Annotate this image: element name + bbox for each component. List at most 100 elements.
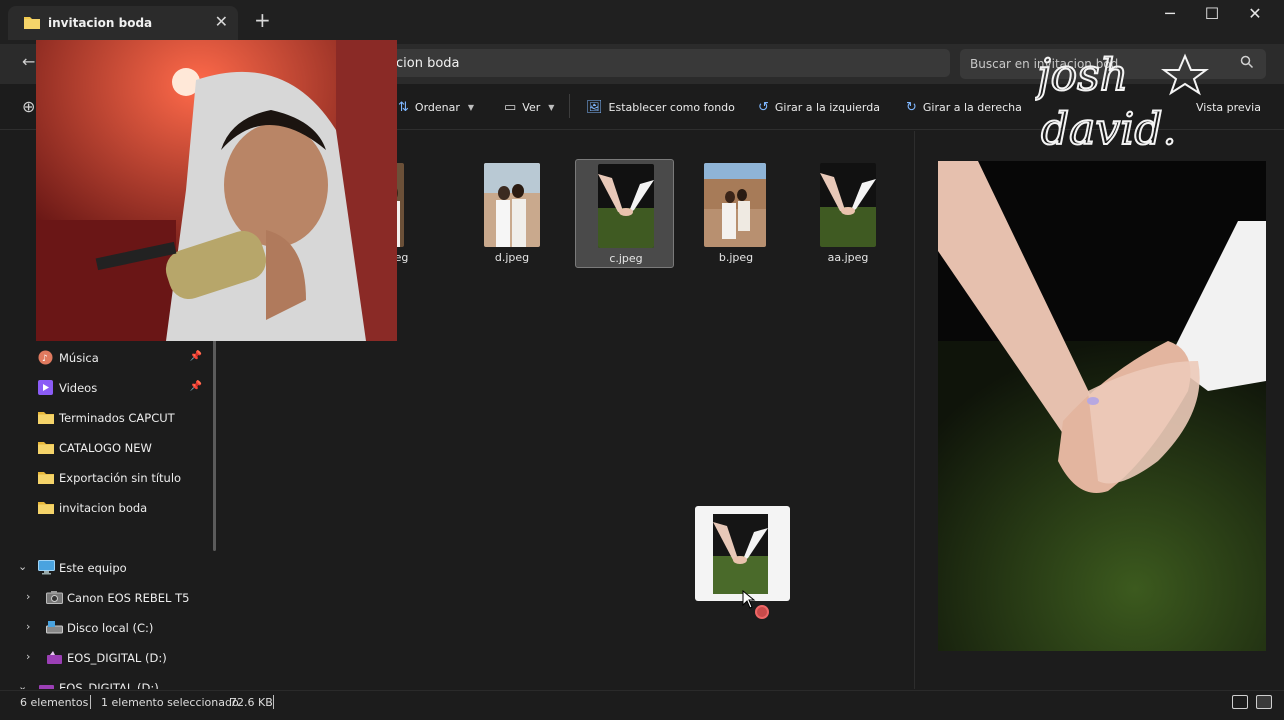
rotate-left-icon: ↺ (758, 99, 769, 115)
file-item[interactable]: aa.jpeg (798, 159, 898, 269)
chevron-right-icon[interactable]: › (26, 620, 30, 633)
chevron-right-icon[interactable]: › (26, 650, 30, 663)
sidebar-item-canon[interactable]: › Canon EOS REBEL T5 (0, 583, 214, 613)
sidebar-item-label: Videos (59, 381, 98, 395)
sidebar-item-catalogo-new[interactable]: CATALOGO NEW (0, 433, 214, 463)
rotate-right-icon: ↻ (906, 99, 917, 115)
pin-icon: 📌 (189, 351, 202, 362)
sidebar-item-eos-digital-2[interactable]: ⌄ EOS_DIGITAL (D:) (0, 673, 214, 689)
file-item[interactable]: d.jpeg (462, 159, 562, 269)
divider (273, 695, 274, 709)
file-name: b.jpeg (718, 251, 754, 264)
sidebar-item-label: EOS_DIGITAL (D:) (59, 681, 159, 689)
folder-icon (38, 441, 54, 457)
folder-icon (38, 411, 54, 427)
close-tab-icon[interactable]: ✕ (215, 12, 228, 31)
webcam-image (36, 40, 397, 341)
pane-divider[interactable] (914, 131, 915, 689)
sidebar-item-este-equipo[interactable]: ⌄ Este equipo (0, 553, 214, 583)
chevron-down-icon[interactable]: ⌄ (18, 560, 27, 573)
breadcrumb: cion boda (396, 56, 460, 71)
rotate-left-label: Girar a la izquierda (774, 100, 880, 114)
thumbnail (704, 163, 766, 247)
computer-icon (38, 560, 55, 578)
sd-card-icon (46, 651, 63, 668)
sort-button[interactable]: ⇅ Ordenar ▼ (398, 97, 474, 117)
sidebar-item-label: Este equipo (59, 561, 127, 575)
sidebar-item-label: Terminados CAPCUT (59, 411, 175, 425)
divider (569, 94, 570, 118)
sidebar-item-eos-digital[interactable]: › EOS_DIGITAL (D:) (0, 643, 214, 673)
details-view-icon[interactable] (1232, 695, 1248, 709)
new-item-icon[interactable]: ⊕ (22, 97, 35, 116)
thumbnail (484, 163, 540, 247)
folder-icon (38, 471, 54, 487)
thumbnail (820, 163, 876, 247)
title-bar: invitacion boda ✕ + ─ ☐ ✕ (0, 0, 1284, 44)
rotate-right-button[interactable]: ↻ Girar a la derecha (906, 97, 1022, 117)
set-background-label: Establecer como fondo (608, 100, 735, 114)
sidebar-item-videos[interactable]: Videos 📌 (0, 373, 214, 403)
svg-text:♪: ♪ (42, 354, 48, 364)
sidebar-item-musica[interactable]: ♪ Música 📌 (0, 343, 214, 373)
sidebar-item-exportacion[interactable]: Exportación sin título (0, 463, 214, 493)
tiles-view-icon[interactable] (1256, 695, 1272, 709)
sidebar-item-label: Música (59, 351, 99, 365)
star-icon (1161, 53, 1209, 96)
watermark-logo: josh david. (1027, 48, 1255, 158)
chevron-down-icon: ▼ (467, 102, 475, 112)
tab-invitacion-boda[interactable]: invitacion boda ✕ (8, 6, 238, 40)
sidebar-item-invitacion-boda[interactable]: invitacion boda (0, 493, 214, 523)
back-arrow-icon[interactable]: ← (22, 52, 35, 71)
set-background-button[interactable]: 🖼 Establecer como fondo (586, 97, 735, 117)
camera-icon (46, 591, 63, 607)
view-icon: ▭ (504, 99, 517, 115)
thumbnail (598, 164, 654, 248)
tab-label: invitacion boda (48, 16, 153, 30)
file-name: aa.jpeg (827, 251, 869, 264)
chevron-down-icon[interactable]: ⌄ (18, 680, 27, 689)
close-window-button[interactable]: ✕ (1235, 4, 1275, 28)
preview-image (938, 161, 1266, 651)
music-icon: ♪ (38, 350, 53, 368)
sidebar-item-disco-local[interactable]: › Disco local (C:) (0, 613, 214, 643)
selection-size: 72.6 KB (230, 696, 273, 709)
no-drop-icon (755, 605, 769, 619)
divider (90, 695, 91, 709)
rotate-right-label: Girar a la derecha (922, 100, 1022, 114)
chevron-right-icon[interactable]: › (26, 590, 30, 603)
wallpaper-icon: 🖼 (586, 99, 603, 115)
videos-icon (38, 380, 53, 398)
item-count: 6 elementos (20, 696, 89, 709)
watermark-line1: josh (1035, 50, 1128, 101)
folder-icon (38, 501, 54, 517)
sidebar-item-label: Exportación sin título (59, 471, 182, 485)
pin-icon: 📌 (189, 381, 202, 392)
view-button[interactable]: ▭ Ver ▼ (504, 97, 554, 117)
minimize-button[interactable]: ─ (1150, 4, 1190, 28)
preview-pane (938, 161, 1266, 651)
webcam-overlay (36, 40, 397, 341)
file-item-selected[interactable]: c.jpeg (575, 159, 674, 268)
selection-count: 1 elemento seleccionado (101, 696, 239, 709)
sort-label: Ordenar (414, 100, 460, 114)
sidebar-item-label: EOS_DIGITAL (D:) (67, 651, 167, 665)
new-tab-button[interactable]: + (254, 10, 271, 30)
drag-thumbnail (713, 514, 768, 594)
mouse-cursor-icon (742, 590, 756, 609)
address-bar[interactable]: cion boda (388, 49, 950, 77)
file-name: d.jpeg (494, 251, 530, 264)
sidebar-item-terminados-capcut[interactable]: Terminados CAPCUT (0, 403, 214, 433)
watermark-line2: david. (1041, 104, 1176, 155)
sd-card-icon (38, 681, 55, 689)
status-bar: 6 elementos 1 elemento seleccionado 72.6… (0, 690, 1284, 720)
sidebar-item-label: CATALOGO NEW (59, 441, 152, 455)
maximize-button[interactable]: ☐ (1192, 4, 1232, 28)
sidebar-item-label: Canon EOS REBEL T5 (67, 591, 190, 605)
rotate-left-button[interactable]: ↺ Girar a la izquierda (758, 97, 880, 117)
file-item[interactable]: b.jpeg (686, 159, 786, 269)
view-label: Ver (522, 100, 541, 114)
file-name: c.jpeg (609, 252, 643, 265)
sort-icon: ⇅ (398, 99, 409, 115)
folder-icon (24, 15, 40, 32)
